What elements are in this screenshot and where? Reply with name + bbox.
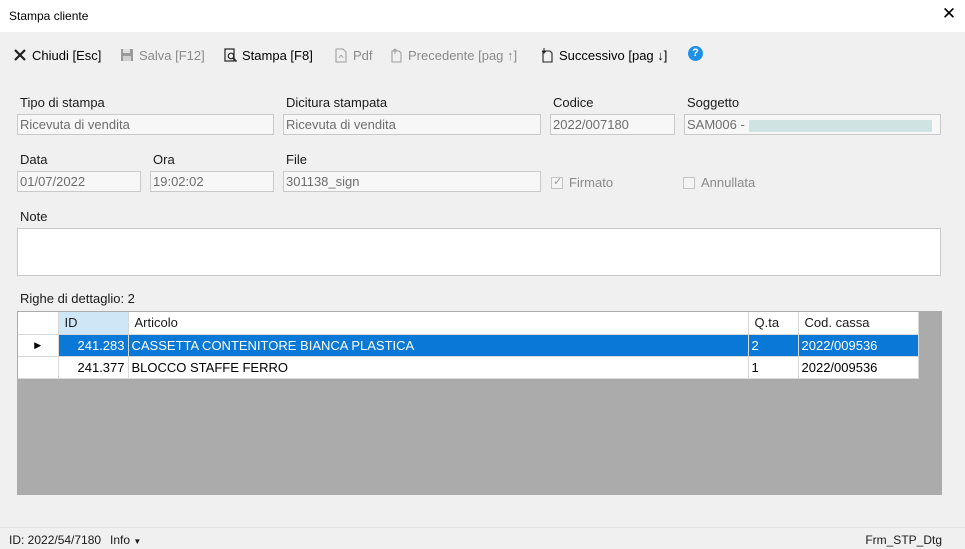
- status-id: ID: 2022/54/7180: [9, 533, 102, 547]
- cell-id[interactable]: 241.377: [58, 356, 129, 379]
- file-field[interactable]: 301138_sign: [283, 171, 541, 192]
- toolbar: Chiudi [Esc] Salva [F12] Stampa [F8] Pdf…: [0, 32, 965, 78]
- chiudi-button[interactable]: Chiudi [Esc]: [12, 46, 101, 64]
- stampa-button[interactable]: Stampa [F8]: [222, 46, 313, 64]
- annullata-checkbox[interactable]: Annullata: [683, 175, 755, 190]
- title-bar: Stampa cliente ✕: [0, 0, 965, 32]
- cell-cod-cassa[interactable]: 2022/009536: [798, 356, 919, 379]
- column-header-articolo[interactable]: Articolo: [128, 312, 749, 335]
- print-preview-icon: [222, 47, 238, 63]
- column-header-qta[interactable]: Q.ta: [748, 312, 799, 335]
- firmato-label: Firmato: [569, 175, 614, 190]
- form-name: Frm_STP_Dtg: [865, 533, 942, 547]
- pdf-icon: [333, 47, 349, 63]
- soggetto-field[interactable]: SAM006 -: [684, 114, 941, 135]
- dicitura-label: Dicitura stampata: [286, 95, 388, 110]
- note-label: Note: [20, 209, 48, 224]
- salva-label: Salva [F12]: [139, 47, 205, 63]
- cell-qta[interactable]: 2: [748, 334, 799, 357]
- cell-articolo[interactable]: CASSETTA CONTENITORE BIANCA PLASTICA: [128, 334, 749, 357]
- ora-field[interactable]: 19:02:02: [150, 171, 274, 192]
- info-label: Info: [110, 533, 131, 547]
- row-pointer-icon: ▶: [18, 334, 59, 357]
- info-dropdown[interactable]: Info ▼: [110, 533, 141, 547]
- window-title: Stampa cliente: [9, 9, 89, 23]
- soggetto-value: SAM006 -: [687, 117, 749, 132]
- firmato-checkbox-box: [551, 175, 563, 189]
- save-icon: [119, 47, 135, 63]
- note-field[interactable]: [17, 228, 941, 276]
- cell-cod-cassa[interactable]: 2022/009536: [798, 334, 919, 357]
- data-field[interactable]: 01/07/2022: [17, 171, 141, 192]
- precedente-label: Precedente [pag ↑]: [408, 47, 518, 63]
- ora-label: Ora: [153, 152, 175, 167]
- previous-page-icon: [388, 47, 404, 63]
- codice-label: Codice: [553, 95, 594, 110]
- codice-field[interactable]: 2022/007180: [550, 114, 675, 135]
- next-page-icon: [539, 47, 555, 63]
- annullata-checkbox-box: [683, 176, 695, 189]
- soggetto-label: Soggetto: [687, 95, 740, 110]
- cell-id[interactable]: 241.283: [58, 334, 129, 357]
- table-row[interactable]: 241.377 BLOCCO STAFFE FERRO 1 2022/00953…: [18, 356, 919, 379]
- redacted-block: [749, 119, 933, 132]
- help-icon[interactable]: ?: [688, 46, 703, 61]
- table-row[interactable]: ▶ 241.283 CASSETTA CONTENITORE BIANCA PL…: [18, 334, 919, 357]
- row-header-corner: [18, 312, 59, 335]
- caret-down-icon: ▼: [133, 537, 142, 546]
- data-label: Data: [20, 152, 48, 167]
- column-header-cod-cassa[interactable]: Cod. cassa: [798, 312, 919, 335]
- chiudi-label: Chiudi [Esc]: [32, 47, 102, 63]
- cell-qta[interactable]: 1: [748, 356, 799, 379]
- annullata-label: Annullata: [701, 175, 756, 190]
- status-bar: ID: 2022/54/7180 Info ▼ Frm_STP_Dtg: [0, 527, 965, 549]
- salva-button[interactable]: Salva [F12]: [119, 46, 205, 64]
- dicitura-field[interactable]: Ricevuta di vendita: [283, 114, 541, 135]
- detail-grid: ID Articolo Q.ta Cod. cassa ▶ 241.283 CA…: [17, 311, 942, 495]
- stampa-label: Stampa [F8]: [242, 47, 313, 63]
- file-label: File: [286, 152, 307, 167]
- close-icon[interactable]: ✕: [941, 5, 957, 23]
- detail-table: ID Articolo Q.ta Cod. cassa ▶ 241.283 CA…: [18, 312, 919, 379]
- tipo-stampa-field[interactable]: Ricevuta di vendita: [17, 114, 274, 135]
- firmato-checkbox[interactable]: Firmato: [551, 175, 613, 190]
- cell-articolo[interactable]: BLOCCO STAFFE FERRO: [128, 356, 749, 379]
- precedente-button[interactable]: Precedente [pag ↑]: [388, 46, 517, 64]
- tipo-stampa-label: Tipo di stampa: [20, 95, 105, 110]
- pdf-button[interactable]: Pdf: [333, 46, 373, 64]
- pdf-label: Pdf: [353, 47, 373, 63]
- successivo-button[interactable]: Successivo [pag ↓]: [539, 46, 667, 64]
- successivo-label: Successivo [pag ↓]: [559, 47, 668, 63]
- column-header-id[interactable]: ID: [58, 312, 129, 335]
- table-header-row: ID Articolo Q.ta Cod. cassa: [18, 312, 919, 335]
- close-x-icon: [12, 47, 28, 63]
- righe-count-label: Righe di dettaglio: 2: [20, 291, 135, 306]
- row-header-cell[interactable]: [18, 356, 59, 379]
